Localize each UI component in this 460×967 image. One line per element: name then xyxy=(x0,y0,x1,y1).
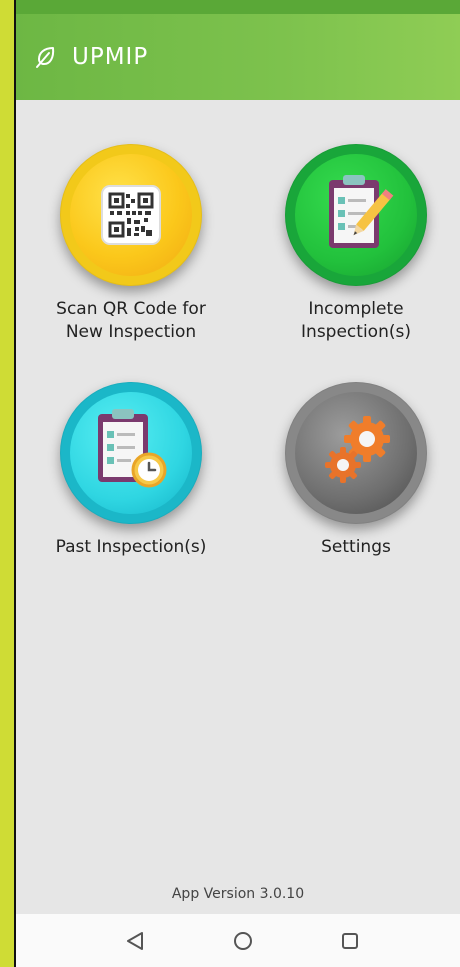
scan-qr-label: Scan QR Code for New Inspection xyxy=(56,299,206,342)
scan-qr-tile[interactable]: Scan QR Code for New Inspection xyxy=(26,144,236,344)
back-triangle-icon[interactable] xyxy=(124,930,146,952)
settings-button[interactable] xyxy=(285,382,427,524)
incomplete-inspections-tile[interactable]: Incomplete Inspection(s) xyxy=(251,144,460,344)
system-nav-bar xyxy=(16,914,460,967)
settings-label: Settings xyxy=(321,537,391,557)
incomplete-inspections-label: Incomplete Inspection(s) xyxy=(301,299,411,342)
app-title: UPMIP xyxy=(72,44,149,70)
clipboard-clock-icon xyxy=(98,409,167,488)
clipboard-pencil-icon xyxy=(329,175,394,248)
leaf-icon xyxy=(36,47,55,68)
settings-tile[interactable]: Settings xyxy=(251,382,460,559)
main-content: Scan QR Code for New Inspection Incomple… xyxy=(16,100,460,914)
recents-square-icon[interactable] xyxy=(339,930,361,952)
app-version: App Version 3.0.10 xyxy=(171,886,305,902)
qr-code-icon xyxy=(101,185,161,245)
scan-qr-button[interactable] xyxy=(60,144,202,286)
past-inspections-tile[interactable]: Past Inspection(s) xyxy=(26,382,236,559)
device-frame: UPMIP Scan QR Code for New Inspection In… xyxy=(14,0,460,967)
past-inspections-button[interactable] xyxy=(60,382,202,524)
home-circle-icon[interactable] xyxy=(232,930,254,952)
past-inspections-label: Past Inspection(s) xyxy=(55,537,207,557)
app-bar: UPMIP xyxy=(16,14,460,100)
status-bar xyxy=(16,0,460,14)
incomplete-inspections-button[interactable] xyxy=(285,144,427,286)
gears-icon xyxy=(325,416,390,483)
